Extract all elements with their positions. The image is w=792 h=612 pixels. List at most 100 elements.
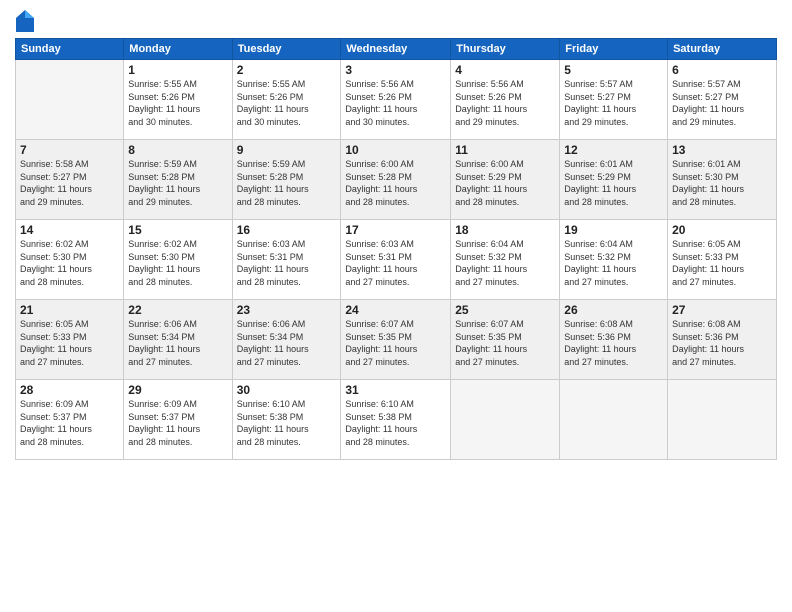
table-row: 30Sunrise: 6:10 AM Sunset: 5:38 PM Dayli… xyxy=(232,380,341,460)
table-row: 4Sunrise: 5:56 AM Sunset: 5:26 PM Daylig… xyxy=(451,60,560,140)
day-number: 29 xyxy=(128,383,227,397)
weekday-header-row: Sunday Monday Tuesday Wednesday Thursday… xyxy=(16,39,777,60)
table-row: 13Sunrise: 6:01 AM Sunset: 5:30 PM Dayli… xyxy=(668,140,777,220)
day-info: Sunrise: 6:06 AM Sunset: 5:34 PM Dayligh… xyxy=(128,318,227,368)
table-row: 10Sunrise: 6:00 AM Sunset: 5:28 PM Dayli… xyxy=(341,140,451,220)
day-info: Sunrise: 5:57 AM Sunset: 5:27 PM Dayligh… xyxy=(564,78,663,128)
table-row: 28Sunrise: 6:09 AM Sunset: 5:37 PM Dayli… xyxy=(16,380,124,460)
day-info: Sunrise: 5:58 AM Sunset: 5:27 PM Dayligh… xyxy=(20,158,119,208)
header xyxy=(15,10,777,32)
day-number: 18 xyxy=(455,223,555,237)
day-number: 2 xyxy=(237,63,337,77)
day-number: 4 xyxy=(455,63,555,77)
table-row: 7Sunrise: 5:58 AM Sunset: 5:27 PM Daylig… xyxy=(16,140,124,220)
day-number: 25 xyxy=(455,303,555,317)
day-info: Sunrise: 6:04 AM Sunset: 5:32 PM Dayligh… xyxy=(455,238,555,288)
table-row: 16Sunrise: 6:03 AM Sunset: 5:31 PM Dayli… xyxy=(232,220,341,300)
day-number: 24 xyxy=(345,303,446,317)
table-row: 6Sunrise: 5:57 AM Sunset: 5:27 PM Daylig… xyxy=(668,60,777,140)
calendar-week-row: 21Sunrise: 6:05 AM Sunset: 5:33 PM Dayli… xyxy=(16,300,777,380)
day-info: Sunrise: 5:57 AM Sunset: 5:27 PM Dayligh… xyxy=(672,78,772,128)
header-saturday: Saturday xyxy=(668,39,777,60)
table-row: 26Sunrise: 6:08 AM Sunset: 5:36 PM Dayli… xyxy=(560,300,668,380)
calendar-week-row: 14Sunrise: 6:02 AM Sunset: 5:30 PM Dayli… xyxy=(16,220,777,300)
day-info: Sunrise: 5:55 AM Sunset: 5:26 PM Dayligh… xyxy=(237,78,337,128)
day-info: Sunrise: 6:08 AM Sunset: 5:36 PM Dayligh… xyxy=(564,318,663,368)
table-row: 20Sunrise: 6:05 AM Sunset: 5:33 PM Dayli… xyxy=(668,220,777,300)
day-number: 21 xyxy=(20,303,119,317)
day-number: 12 xyxy=(564,143,663,157)
day-number: 31 xyxy=(345,383,446,397)
table-row: 19Sunrise: 6:04 AM Sunset: 5:32 PM Dayli… xyxy=(560,220,668,300)
day-info: Sunrise: 6:08 AM Sunset: 5:36 PM Dayligh… xyxy=(672,318,772,368)
day-info: Sunrise: 6:00 AM Sunset: 5:28 PM Dayligh… xyxy=(345,158,446,208)
day-info: Sunrise: 6:05 AM Sunset: 5:33 PM Dayligh… xyxy=(20,318,119,368)
table-row: 17Sunrise: 6:03 AM Sunset: 5:31 PM Dayli… xyxy=(341,220,451,300)
table-row: 21Sunrise: 6:05 AM Sunset: 5:33 PM Dayli… xyxy=(16,300,124,380)
day-number: 11 xyxy=(455,143,555,157)
header-friday: Friday xyxy=(560,39,668,60)
day-info: Sunrise: 6:09 AM Sunset: 5:37 PM Dayligh… xyxy=(128,398,227,448)
day-number: 10 xyxy=(345,143,446,157)
table-row: 24Sunrise: 6:07 AM Sunset: 5:35 PM Dayli… xyxy=(341,300,451,380)
day-info: Sunrise: 6:03 AM Sunset: 5:31 PM Dayligh… xyxy=(345,238,446,288)
header-thursday: Thursday xyxy=(451,39,560,60)
table-row xyxy=(16,60,124,140)
table-row: 25Sunrise: 6:07 AM Sunset: 5:35 PM Dayli… xyxy=(451,300,560,380)
day-number: 6 xyxy=(672,63,772,77)
day-number: 23 xyxy=(237,303,337,317)
day-number: 7 xyxy=(20,143,119,157)
day-number: 17 xyxy=(345,223,446,237)
table-row: 23Sunrise: 6:06 AM Sunset: 5:34 PM Dayli… xyxy=(232,300,341,380)
day-info: Sunrise: 6:09 AM Sunset: 5:37 PM Dayligh… xyxy=(20,398,119,448)
table-row: 1Sunrise: 5:55 AM Sunset: 5:26 PM Daylig… xyxy=(124,60,232,140)
day-info: Sunrise: 5:56 AM Sunset: 5:26 PM Dayligh… xyxy=(455,78,555,128)
table-row: 9Sunrise: 5:59 AM Sunset: 5:28 PM Daylig… xyxy=(232,140,341,220)
day-info: Sunrise: 6:01 AM Sunset: 5:30 PM Dayligh… xyxy=(672,158,772,208)
table-row: 27Sunrise: 6:08 AM Sunset: 5:36 PM Dayli… xyxy=(668,300,777,380)
day-number: 28 xyxy=(20,383,119,397)
day-info: Sunrise: 6:01 AM Sunset: 5:29 PM Dayligh… xyxy=(564,158,663,208)
table-row: 3Sunrise: 5:56 AM Sunset: 5:26 PM Daylig… xyxy=(341,60,451,140)
table-row: 18Sunrise: 6:04 AM Sunset: 5:32 PM Dayli… xyxy=(451,220,560,300)
day-info: Sunrise: 6:04 AM Sunset: 5:32 PM Dayligh… xyxy=(564,238,663,288)
day-number: 19 xyxy=(564,223,663,237)
calendar-week-row: 28Sunrise: 6:09 AM Sunset: 5:37 PM Dayli… xyxy=(16,380,777,460)
calendar-week-row: 1Sunrise: 5:55 AM Sunset: 5:26 PM Daylig… xyxy=(16,60,777,140)
day-info: Sunrise: 6:00 AM Sunset: 5:29 PM Dayligh… xyxy=(455,158,555,208)
day-info: Sunrise: 6:02 AM Sunset: 5:30 PM Dayligh… xyxy=(20,238,119,288)
logo-icon xyxy=(16,10,34,32)
day-info: Sunrise: 5:55 AM Sunset: 5:26 PM Dayligh… xyxy=(128,78,227,128)
day-number: 22 xyxy=(128,303,227,317)
day-number: 8 xyxy=(128,143,227,157)
table-row: 22Sunrise: 6:06 AM Sunset: 5:34 PM Dayli… xyxy=(124,300,232,380)
table-row xyxy=(451,380,560,460)
table-row: 29Sunrise: 6:09 AM Sunset: 5:37 PM Dayli… xyxy=(124,380,232,460)
day-info: Sunrise: 6:05 AM Sunset: 5:33 PM Dayligh… xyxy=(672,238,772,288)
calendar-week-row: 7Sunrise: 5:58 AM Sunset: 5:27 PM Daylig… xyxy=(16,140,777,220)
day-number: 14 xyxy=(20,223,119,237)
header-sunday: Sunday xyxy=(16,39,124,60)
logo xyxy=(15,10,36,32)
day-info: Sunrise: 5:59 AM Sunset: 5:28 PM Dayligh… xyxy=(237,158,337,208)
header-tuesday: Tuesday xyxy=(232,39,341,60)
table-row: 15Sunrise: 6:02 AM Sunset: 5:30 PM Dayli… xyxy=(124,220,232,300)
day-info: Sunrise: 6:07 AM Sunset: 5:35 PM Dayligh… xyxy=(345,318,446,368)
calendar-table: Sunday Monday Tuesday Wednesday Thursday… xyxy=(15,38,777,460)
table-row: 8Sunrise: 5:59 AM Sunset: 5:28 PM Daylig… xyxy=(124,140,232,220)
day-number: 30 xyxy=(237,383,337,397)
day-number: 13 xyxy=(672,143,772,157)
day-number: 15 xyxy=(128,223,227,237)
day-number: 9 xyxy=(237,143,337,157)
day-info: Sunrise: 5:56 AM Sunset: 5:26 PM Dayligh… xyxy=(345,78,446,128)
table-row xyxy=(668,380,777,460)
table-row: 14Sunrise: 6:02 AM Sunset: 5:30 PM Dayli… xyxy=(16,220,124,300)
day-number: 16 xyxy=(237,223,337,237)
day-info: Sunrise: 6:03 AM Sunset: 5:31 PM Dayligh… xyxy=(237,238,337,288)
day-info: Sunrise: 6:10 AM Sunset: 5:38 PM Dayligh… xyxy=(345,398,446,448)
table-row: 31Sunrise: 6:10 AM Sunset: 5:38 PM Dayli… xyxy=(341,380,451,460)
table-row xyxy=(560,380,668,460)
day-number: 26 xyxy=(564,303,663,317)
day-number: 5 xyxy=(564,63,663,77)
day-info: Sunrise: 6:10 AM Sunset: 5:38 PM Dayligh… xyxy=(237,398,337,448)
